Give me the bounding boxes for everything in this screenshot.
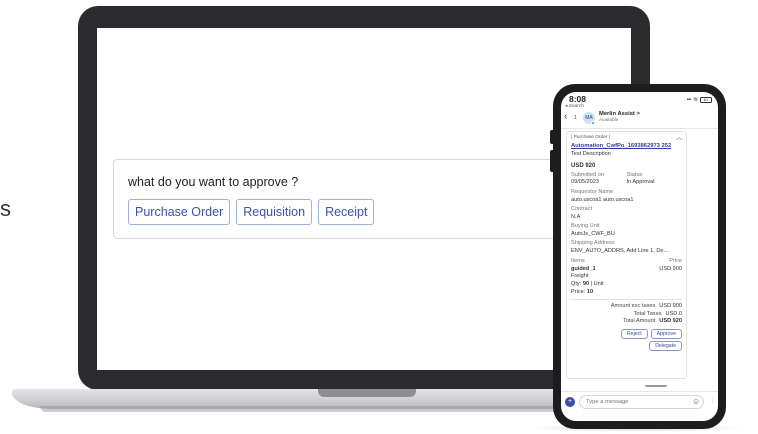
message-composer: + ☺ ⋮ — [561, 393, 718, 413]
approve-button[interactable]: Approve — [650, 328, 682, 339]
receipt-button[interactable]: Receipt — [318, 199, 375, 225]
delegate-button[interactable]: Delegate — [649, 340, 682, 351]
more-icon[interactable]: ⋮ — [709, 397, 716, 405]
approval-question: what do you want to approve ? — [128, 175, 299, 189]
requestor-label: Requestor Name — [571, 189, 614, 196]
submitted-on-value: 09/05/2023 — [571, 179, 599, 186]
item-type: Freight — [571, 273, 589, 280]
laptop-notch — [318, 389, 416, 397]
qty-label: Qty: — [571, 281, 582, 288]
po-link[interactable]: Automation_CwfPo_1693862973 252 — [571, 143, 682, 151]
total-taxes-value: USD 0 — [665, 310, 682, 317]
phone-screen: 8:08 ◂ Search ▪▪ ≋ 61 ‹ 1 MA Merlin Assi… — [561, 92, 718, 421]
approval-options: Purchase Order Requisition Receipt — [128, 199, 375, 225]
item-price: USD 900 — [659, 265, 682, 272]
left-edge-text: s — [0, 196, 11, 221]
purchase-order-button[interactable]: Purchase Order — [128, 199, 231, 225]
items-header: Items Price — [571, 258, 682, 266]
qty-value: 90 — [582, 281, 590, 288]
contact-name[interactable]: Merlin Assist > — [599, 111, 640, 117]
unit-price-label: Price: — [571, 288, 586, 295]
item-name: guided_1 — [571, 265, 596, 272]
chevron-left-icon[interactable]: ‹ — [564, 111, 567, 122]
signal-icon: ▪▪ — [686, 96, 691, 103]
requisition-button[interactable]: Requisition — [236, 199, 313, 225]
header-divider — [561, 128, 718, 129]
chat-header: ‹ 1 MA Merlin Assist > Available — [561, 109, 718, 127]
po-amount: USD 920 — [571, 162, 596, 169]
buying-unit-label: Buying Unit — [571, 223, 600, 230]
total-amount-value: USD 920 — [659, 318, 682, 325]
items-label: Items — [571, 258, 585, 265]
amount-exc-taxes-value: USD 900 — [659, 303, 682, 310]
laptop-screen: what do you want to approve ? Purchase O… — [97, 28, 631, 370]
total-taxes-label: Total Taxes — [633, 310, 662, 317]
emoji-icon[interactable]: ☺ — [692, 397, 700, 406]
buying-unit-value: AutoJs_CWF_BU — [571, 230, 615, 237]
battery-icon: 61 — [700, 96, 712, 103]
contract-value: N.A — [571, 213, 581, 220]
reject-button[interactable]: Reject — [620, 328, 648, 339]
shipping-value: ENV_AUTO_ADDRS, Add Line 1, De... — [571, 247, 669, 254]
approval-prompt-card: what do you want to approve ? Purchase O… — [113, 159, 573, 239]
message-input[interactable] — [579, 395, 704, 409]
item-unit-price: Price: 10 — [571, 289, 682, 297]
qty-unit: | Unit — [590, 281, 604, 288]
action-buttons: Reject Approve — [571, 328, 682, 339]
item-quantity: Qty: 90 | Unit — [571, 281, 682, 289]
unit-price-value: 10 — [586, 288, 594, 295]
plus-icon[interactable]: + — [565, 397, 575, 407]
list-item: guided_1 USD 900 — [571, 266, 682, 274]
presence-dot — [591, 121, 595, 125]
wifi-icon: ≋ — [692, 97, 698, 103]
shipping-label: Shipping Address — [571, 240, 615, 247]
totals-divider — [571, 299, 682, 301]
action-buttons: Delegate — [571, 340, 682, 351]
composer-divider — [561, 391, 718, 392]
requestor-value: auto.uscoa1 auto.uscoa1 — [571, 196, 634, 203]
price-label: Price — [669, 258, 682, 265]
totals-row: Total Amount USD 920 — [571, 318, 682, 326]
chevron-up-icon[interactable]: ︿ — [676, 133, 683, 142]
total-amount-label: Total Amount — [622, 318, 656, 325]
card-header: | Purchase Order | — [571, 135, 611, 140]
po-description: Test Description — [571, 151, 611, 158]
contact-status: Available — [599, 118, 619, 123]
status-icons: ▪▪ ≋ 61 — [687, 96, 712, 103]
unread-count: 1 — [574, 115, 578, 121]
contract-label: Contract — [571, 206, 593, 213]
totals-row: Total Taxes USD 0 — [571, 311, 682, 319]
purchase-order-card: | Purchase Order | ︿ Automation_CwfPo_16… — [566, 131, 687, 379]
scroll-indicator — [645, 385, 667, 387]
status-time: 8:08 — [569, 94, 587, 104]
status-label: Status — [626, 171, 643, 178]
totals-row: Amount exc taxes USD 900 — [571, 303, 682, 311]
status-value: In Approval — [626, 179, 655, 186]
submitted-on-label: Submitted on — [571, 171, 604, 178]
amount-exc-taxes-label: Amount exc taxes — [610, 303, 656, 310]
